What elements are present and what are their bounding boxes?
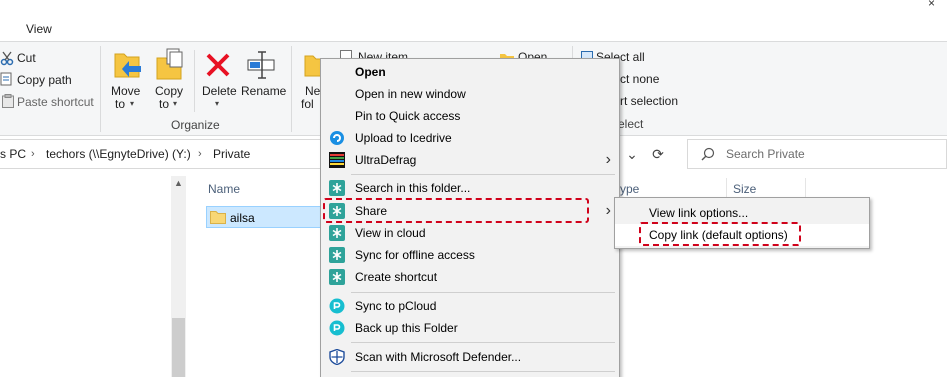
menu-separator <box>351 174 615 175</box>
menu-item-sync-offline[interactable]: Sync for offline access <box>321 244 619 266</box>
breadcrumb-private[interactable]: Private <box>213 147 250 161</box>
address-dropdown-icon[interactable]: ⌄ <box>620 142 644 166</box>
egnyte-icon <box>329 180 345 196</box>
menu-item-label: Search in this folder... <box>355 181 471 195</box>
submenu-item-label: View link options... <box>649 206 749 220</box>
menu-item-sync-pcloud[interactable]: Sync to pCloud <box>321 295 619 317</box>
chevron-down-icon: ▾ <box>173 99 178 108</box>
menu-item-pin-quick-access[interactable]: Pin to Quick access <box>321 105 619 127</box>
menu-item-label: Sync for offline access <box>355 248 475 262</box>
copy-link-highlight-box <box>639 222 801 246</box>
new-folder-button[interactable]: Ne <box>305 84 320 98</box>
menu-item-scan-defender[interactable]: Scan with Microsoft Defender... <box>321 346 619 368</box>
menu-item-label: UltraDefrag <box>355 153 417 167</box>
scrollbar-thumb[interactable] <box>172 318 185 377</box>
file-name[interactable]: ailsa <box>230 211 255 225</box>
invert-selection-button[interactable]: rt selection <box>620 94 678 108</box>
pcloud-icon <box>329 298 345 314</box>
menu-item-label: Open in new window <box>355 87 466 101</box>
ribbon-tab-row: View × <box>0 0 947 41</box>
ultradefrag-icon <box>329 152 345 168</box>
submenu-arrow-icon: › <box>605 202 611 219</box>
search-input[interactable]: Search Private <box>726 147 805 161</box>
submenu-item-view-link-options[interactable]: View link options... <box>615 202 869 224</box>
menu-item-create-shortcut[interactable]: Create shortcut <box>321 266 619 288</box>
move-to-icon <box>113 48 143 82</box>
breadcrumb-drive[interactable]: techors (\\EgnyteDrive) (Y:) <box>46 147 191 161</box>
menu-item-open[interactable]: Open <box>321 61 619 83</box>
rename-icon <box>246 48 278 80</box>
paste-shortcut-icon <box>2 94 14 108</box>
folder-icon <box>210 210 226 224</box>
menu-item-label: Upload to Icedrive <box>355 131 452 145</box>
egnyte-icon <box>329 247 345 263</box>
ribbon-divider <box>100 46 101 132</box>
column-header-size[interactable]: Size <box>733 182 756 196</box>
menu-item-label: View in cloud <box>355 226 426 240</box>
scissors-icon <box>0 50 16 66</box>
file-explorer-window: View × Cut Copy path Paste shortcut Move… <box>0 0 947 377</box>
chevron-down-icon: ▾ <box>130 99 135 108</box>
delete-icon <box>204 51 232 79</box>
copy-to-label-2: to <box>159 97 170 111</box>
defender-icon <box>329 348 345 366</box>
copy-to-button[interactable]: Copy <box>155 84 183 98</box>
submenu-arrow-icon: › <box>605 151 611 168</box>
delete-button[interactable]: Delete <box>202 84 237 98</box>
menu-item-label: Open <box>355 65 386 79</box>
ribbon-divider <box>194 50 195 112</box>
menu-item-view-in-cloud[interactable]: View in cloud <box>321 222 619 244</box>
paste-shortcut-button[interactable]: Paste shortcut <box>17 95 94 109</box>
move-to-label-2: to <box>115 97 126 111</box>
refresh-icon[interactable]: ⟳ <box>646 142 670 166</box>
copy-path-button[interactable]: Copy path <box>17 73 72 87</box>
menu-item-open-new-window[interactable]: Open in new window <box>321 83 619 105</box>
organize-group-label: Organize <box>171 118 220 132</box>
column-header-type[interactable]: ype <box>620 182 639 196</box>
ribbon-divider <box>291 46 292 132</box>
select-none-button[interactable]: ct none <box>620 72 659 86</box>
chevron-down-icon: ▾ <box>215 99 220 108</box>
copy-path-icon <box>0 72 14 86</box>
cut-button[interactable]: Cut <box>17 51 36 65</box>
menu-separator <box>351 292 615 293</box>
copy-to-icon <box>155 48 185 82</box>
move-to-button[interactable]: Move <box>111 84 140 98</box>
menu-item-label: Pin to Quick access <box>355 109 461 123</box>
column-header-name[interactable]: Name <box>208 182 240 196</box>
share-highlight-box <box>323 198 589 223</box>
tab-view[interactable]: View <box>26 22 52 36</box>
search-icon <box>701 147 715 161</box>
menu-item-label: Scan with Microsoft Defender... <box>355 350 522 364</box>
chevron-right-icon[interactable]: › <box>198 148 202 160</box>
menu-item-upload-icedrive[interactable]: Upload to Icedrive <box>321 127 619 149</box>
menu-item-label: Back up this Folder <box>355 321 458 335</box>
menu-item-label: Create shortcut <box>355 270 438 284</box>
select-group-label: elect <box>618 117 644 131</box>
menu-separator <box>351 342 615 343</box>
egnyte-icon <box>329 269 345 285</box>
chevron-right-icon[interactable]: › <box>31 148 35 160</box>
menu-separator <box>351 371 615 372</box>
new-folder-label-2: fol <box>301 97 314 111</box>
menu-item-backup-folder[interactable]: Back up this Folder <box>321 317 619 339</box>
menu-item-label: Sync to pCloud <box>355 299 437 313</box>
close-icon[interactable]: × <box>928 0 935 10</box>
breadcrumb-this-pc[interactable]: s PC <box>0 147 26 161</box>
rename-button[interactable]: Rename <box>241 84 286 98</box>
menu-item-ultradefrag[interactable]: UltraDefrag › <box>321 149 619 171</box>
pcloud-icon <box>329 320 345 336</box>
egnyte-icon <box>329 225 345 241</box>
scroll-up-icon[interactable]: ▲ <box>174 178 183 188</box>
menu-item-search-folder[interactable]: Search in this folder... <box>321 177 619 199</box>
icedrive-icon <box>329 130 345 146</box>
